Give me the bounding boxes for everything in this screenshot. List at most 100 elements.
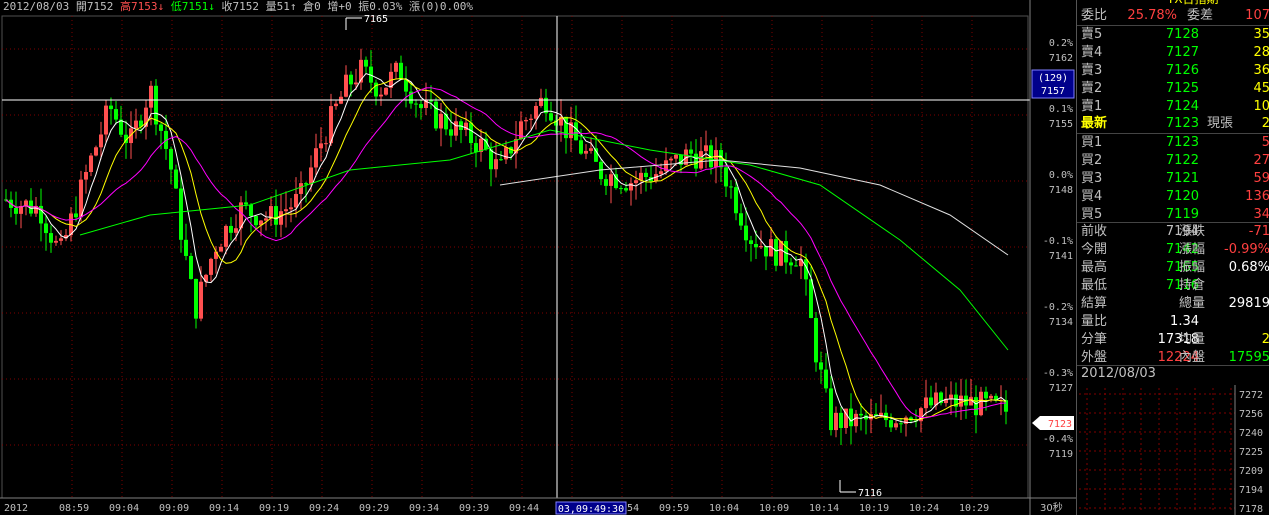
candle-body xyxy=(309,167,313,185)
x-tick-label: 09:44 xyxy=(509,503,539,514)
last-row: 最新 7123 現張 2 xyxy=(1077,114,1269,133)
stat-value-2: 0.68% xyxy=(1228,260,1269,275)
bid-price: 7122 xyxy=(1165,153,1199,168)
candle-body xyxy=(184,239,188,256)
stat-value-2: -0.99% xyxy=(1224,242,1269,257)
x-tick-label: 09:34 xyxy=(409,503,439,514)
ratio-value: 25.78% xyxy=(1127,8,1177,23)
stat-value-2: -71 xyxy=(1248,224,1269,239)
candle-body xyxy=(529,118,533,120)
y-price-label: 7141 xyxy=(1049,251,1073,262)
stat-label-2: 內盤 xyxy=(1179,350,1206,365)
x-tick-label: 10:24 xyxy=(909,503,939,514)
stat-row: 結算 總量 29819 xyxy=(1077,294,1269,313)
candle-body xyxy=(59,238,63,241)
candle-body xyxy=(819,362,823,370)
candle-body xyxy=(134,120,138,129)
mini-chart: 7272 7256 7240 7225 7209 7194 7178 xyxy=(1077,380,1269,515)
ratio-row: 委比 25.78% 委差 107 xyxy=(1077,6,1269,25)
candle-body xyxy=(694,153,698,169)
candle-body xyxy=(534,105,538,119)
candle-body xyxy=(839,412,843,429)
header-volume: 量51↑ xyxy=(265,0,297,13)
ask-label: 賣4 xyxy=(1081,45,1103,60)
bid-row: 買2 7122 27 xyxy=(1077,151,1269,170)
candle-body xyxy=(434,101,438,129)
candle-body xyxy=(109,105,113,110)
stat-row: 最低 7116 持倉 xyxy=(1077,276,1269,295)
candle-body xyxy=(284,209,288,212)
kline-chart[interactable]: 0.2% 7162 0.1% 7155 0.0% 7148 -0.1% 7141 -0.2% 71… xyxy=(0,0,1076,515)
candle-body xyxy=(744,225,748,241)
candle-body xyxy=(824,369,828,389)
ask-label: 賣3 xyxy=(1081,63,1103,78)
bid-row: 買4 7120 136 xyxy=(1077,187,1269,206)
y-price-label: 7148 xyxy=(1049,185,1073,196)
candle-body xyxy=(44,223,48,234)
y-pct-label: -0.3% xyxy=(1043,368,1073,379)
x-tick-label: 09:24 xyxy=(309,503,339,514)
header-open: 開7152 xyxy=(75,0,114,13)
ask-price: 7127 xyxy=(1165,45,1199,60)
header-high: 高7153↓ xyxy=(119,0,165,13)
kline-svg[interactable]: 0.2% 7162 0.1% 7155 0.0% 7148 -0.1% 7141 -0.2% 71… xyxy=(0,0,1076,515)
x-tick-label: 2012 xyxy=(4,503,28,514)
bid-qty: 27 xyxy=(1253,153,1269,168)
last-label: 最新 xyxy=(1081,116,1108,131)
candle-body xyxy=(269,206,273,219)
bid-qty: 136 xyxy=(1245,189,1269,204)
x-tick-label: 09:14 xyxy=(209,503,239,514)
y-pct-label: 0.2% xyxy=(1049,38,1073,49)
stat-label-2: 漲跌 xyxy=(1179,224,1206,239)
candle-body xyxy=(949,394,953,399)
candle-body xyxy=(629,183,633,191)
ask-label: 賣1 xyxy=(1081,99,1103,114)
x-tick-label: 08:59 xyxy=(59,503,89,514)
stat-label-2: 總量 xyxy=(1179,296,1206,311)
candle-body xyxy=(209,258,213,275)
candle-body xyxy=(194,278,198,319)
mini-tick-label: 7256 xyxy=(1239,409,1263,420)
y-price-label: 7155 xyxy=(1049,119,1073,130)
candle-body xyxy=(94,147,98,156)
x-tick-label: 09:29 xyxy=(359,503,389,514)
candle-body xyxy=(244,202,248,205)
ratio-diff-value: 107 xyxy=(1245,8,1269,23)
candle-body xyxy=(749,240,753,244)
stat-row: 最高 7165 振幅 0.68% xyxy=(1077,258,1269,277)
ask-price: 7128 xyxy=(1165,27,1199,42)
high-marker-label: 7165 xyxy=(364,14,388,25)
ask-price: 7125 xyxy=(1165,81,1199,96)
ask-price: 7124 xyxy=(1165,99,1199,114)
stat-label-2: 持倉 xyxy=(1179,278,1206,293)
stat-value: 1.34 xyxy=(1170,314,1199,329)
candle-body xyxy=(314,148,318,168)
candle-body xyxy=(249,204,253,216)
candle-body xyxy=(859,413,863,416)
bid-price: 7123 xyxy=(1165,135,1199,150)
stat-label: 前收 xyxy=(1081,224,1108,239)
candle-body xyxy=(689,149,693,154)
candle-body xyxy=(759,246,763,248)
candle-body xyxy=(524,119,528,122)
candle-body xyxy=(764,246,768,257)
stat-value-2: 2 xyxy=(1217,330,1269,349)
x-tick-label: 09:04 xyxy=(109,503,139,514)
header-oi: 倉0 xyxy=(303,0,321,13)
bid-qty: 5 xyxy=(1217,133,1269,152)
bid-row: 買1 7123 5 xyxy=(1077,133,1269,152)
mini-tick-label: 7178 xyxy=(1239,504,1263,515)
ask-label: 賣2 xyxy=(1081,81,1103,96)
candle-body xyxy=(894,423,898,428)
candle-body xyxy=(809,279,813,318)
candle-body xyxy=(174,169,178,189)
candle-body xyxy=(834,412,838,431)
ratio-label: 委比 xyxy=(1081,8,1108,23)
candle-body xyxy=(489,149,493,170)
candle-body xyxy=(1004,400,1008,412)
x-tick-label: 10:04 xyxy=(709,503,739,514)
ask-qty: 28 xyxy=(1253,45,1269,60)
candle-body xyxy=(419,104,423,108)
mini-tick-label: 7209 xyxy=(1239,466,1263,477)
candle-body xyxy=(659,171,663,175)
